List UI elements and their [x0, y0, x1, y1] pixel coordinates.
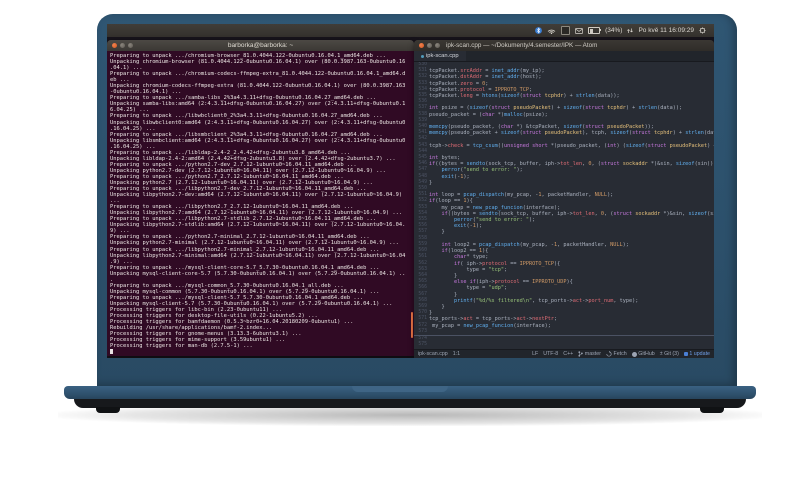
terminal-line: Unpacking python2.7-minimal (2.7.12-1ubu…: [110, 240, 399, 247]
terminal-title: barborka@barborka: ~: [227, 42, 294, 49]
scrollbar-thumb[interactable]: [411, 312, 413, 338]
terminal-cursor: [110, 349, 113, 355]
branch-icon: [578, 351, 584, 357]
update-icon: [683, 352, 688, 356]
network-arrows-icon[interactable]: [627, 27, 634, 34]
status-github[interactable]: GitHub: [631, 351, 655, 357]
close-button[interactable]: [419, 43, 424, 48]
terminal-line: Unpacking chromium-browser (81.0.4044.12…: [110, 59, 406, 66]
editor-statusbar: ipk-scan.cpp 1:1 LF UTF-8 C++ master Fet…: [414, 349, 714, 358]
laptop-base-underside: [74, 399, 746, 408]
battery-icon[interactable]: [588, 27, 602, 34]
github-icon: [631, 351, 637, 357]
editor-titlebar[interactable]: ipk-scan.cpp — ~/Dokumenty/4.semester/IP…: [414, 40, 714, 51]
clock[interactable]: Po kvě 11 16:09:29: [638, 27, 694, 34]
terminal-line: Unpacking libpython2.7-dev:amd64 (2.7.12…: [110, 192, 403, 199]
editor-window: ipk-scan.cpp — ~/Dokumenty/4.semester/IP…: [414, 40, 714, 358]
tab-ipk-scan[interactable]: ipk-scan.cpp: [414, 51, 466, 61]
code-area[interactable]: 530 531 tcpPacket.srcAddr = inet_addr(my_…: [414, 62, 714, 349]
terminal-line: Unpacking mysql-client-core-5.7 (5.7.30-…: [110, 270, 406, 277]
terminal-line: Preparing to unpack .../mysql-client-cor…: [110, 264, 380, 271]
terminal-output[interactable]: Preparing to unpack .../chromium-browser…: [107, 51, 414, 356]
code-row: 575: [414, 342, 714, 348]
line-number: 575: [418, 342, 427, 348]
terminal-line: Preparing to unpack .../libpython2.7-min…: [110, 246, 380, 253]
code-line: exit(-1);: [441, 173, 470, 180]
code-line: memcpy(pseudo_packet + sizeof(struct pse…: [429, 130, 714, 137]
code-row: 541 memcpy(pseudo_packet + sizeof(struct …: [414, 130, 714, 136]
editor-title: ipk-scan.cpp — ~/Dokumenty/4.semester/IP…: [446, 42, 598, 49]
bluetooth-icon[interactable]: [535, 27, 543, 34]
session-gear-icon[interactable]: [699, 27, 706, 34]
tab-bar: ipk-scan.cpp: [414, 51, 714, 62]
status-cursor-position[interactable]: 1:1: [453, 351, 460, 357]
cpp-file-icon: [421, 54, 424, 58]
terminal-line: Unpacking libpython2.7-minimal:amd64 (2.…: [110, 252, 406, 259]
desktop-screen: (34%) Po kvě 11 16:09:29 barborka@barbor…: [107, 24, 714, 358]
code-line: tcpPacket.leng = htons(sizeof(struct tcp…: [429, 93, 620, 100]
code-line: pseudo_packet = (char *)malloc(psize);: [429, 111, 548, 118]
status-update[interactable]: 1 update: [683, 351, 710, 357]
laptop-foot-right: [700, 407, 724, 413]
terminal-line: Unpacking mysql-common (5.7.30-0ubuntu0.…: [110, 288, 380, 295]
git-diff-icon: ±: [659, 351, 663, 357]
terminal-line: Preparing to unpack .../chromium-codecs-…: [110, 71, 406, 78]
terminal-titlebar[interactable]: barborka@barborka: ~: [107, 40, 414, 51]
terminal-line: Unpacking samba-libs:amd64 (2:4.3.11+dfs…: [110, 101, 406, 108]
keyboard-indicator-icon[interactable]: [561, 26, 571, 35]
wifi-icon[interactable]: [547, 27, 556, 34]
status-encoding[interactable]: UTF-8: [543, 351, 558, 357]
status-grammar[interactable]: C++: [563, 351, 573, 357]
status-line-ending[interactable]: LF: [532, 351, 538, 357]
terminal-line: Unpacking libpython2.7-stdlib:amd64 (2.7…: [110, 222, 406, 229]
terminal-line: Preparing to unpack .../libwbclient0_2%3…: [110, 113, 383, 120]
terminal-line: [110, 349, 411, 355]
status-git-changes[interactable]: ± Git (3): [660, 351, 679, 357]
code-line: my_pcap = new_pcap_funcion(interface);: [429, 322, 551, 329]
laptop-base-notch: [352, 386, 448, 392]
code-line: tcph->check = tcp_csum((unsigned short *…: [429, 142, 714, 149]
sync-icon: [606, 351, 612, 357]
laptop-foot-left: [96, 407, 120, 413]
terminal-line: Unpacking libsmbclient:amd64 (2:4.3.11+d…: [110, 137, 406, 144]
messages-icon[interactable]: [575, 27, 583, 34]
tab-label: ipk-scan.cpp: [426, 53, 459, 59]
maximize-button[interactable]: [435, 43, 440, 48]
status-fetch[interactable]: Fetch: [606, 351, 627, 357]
top-panel: (34%) Po kvě 11 16:09:29: [107, 24, 714, 37]
terminal-line: Unpacking libwbclient0:amd64 (2:4.3.11+d…: [110, 119, 406, 126]
code-row: 543 tcph->check = tcp_csum((unsigned shor…: [414, 143, 714, 149]
code-row: 574: [414, 334, 714, 342]
battery-percent: (34%): [605, 27, 623, 34]
status-git-branch[interactable]: master: [578, 351, 601, 357]
status-filename: ipk-scan.cpp: [418, 351, 448, 357]
terminal-line: Preparing to unpack .../libsmbclient_2%3…: [110, 131, 383, 138]
page: (34%) Po kvě 11 16:09:29 barborka@barbor…: [0, 0, 800, 477]
terminal-line: Unpacking libldap-2.4-2:amd64 (2.4.42+df…: [110, 155, 396, 162]
line-number: 573: [418, 328, 427, 334]
code-line: printf("%d/%s filtered\n", tcp_ports->ac…: [454, 297, 639, 304]
terminal-window: barborka@barborka: ~ Preparing to unpack…: [107, 40, 414, 356]
minimize-button[interactable]: [427, 43, 432, 48]
